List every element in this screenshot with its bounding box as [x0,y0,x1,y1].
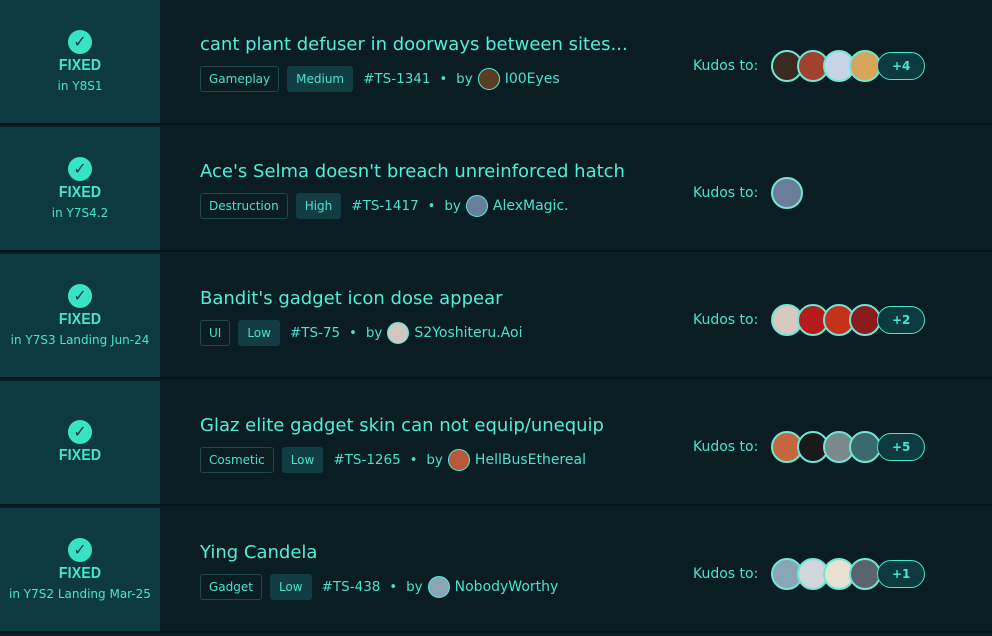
status-label: FIXED [58,565,102,582]
by-label: by [426,452,443,468]
ticket-id: #TS-1341 [363,71,431,87]
ticket-title-link[interactable]: Glaz elite gadget skin can not equip/une… [200,415,604,436]
kudos-label: Kudos to: [693,439,759,455]
kudos-more-button[interactable]: +1 [877,560,926,588]
category-tag[interactable]: Destruction [200,193,288,219]
author-name-link[interactable]: S2Yoshiteru.Aoi [414,325,522,341]
priority-tag[interactable]: High [295,193,342,219]
kudos-avatars: +5 [771,431,926,463]
status-version: in Y7S3 Landing Jun-24 [10,333,150,347]
ticket-list: ✓ FIXED in Y8S1 cant plant defuser in do… [0,0,992,636]
author-avatar[interactable] [477,68,500,90]
separator-dot: • [389,579,398,595]
kudos-more-button[interactable]: +4 [877,52,926,80]
ticket-title-link[interactable]: Ace's Selma doesn't breach unreinforced … [200,161,625,182]
ticket-row[interactable]: ✓ FIXED Glaz elite gadget skin can not e… [0,381,992,506]
ticket-row[interactable]: ✓ FIXED in Y8S1 cant plant defuser in do… [0,0,992,125]
status-version: in Y8S1 [57,79,103,93]
ticket-row[interactable]: ✓ FIXED in Y7S3 Landing Jun-24 Bandit's … [0,254,992,379]
status-panel: ✓ FIXED in Y7S4.2 [0,127,160,250]
separator-dot: • [427,198,436,214]
priority-tag[interactable]: Low [269,574,312,600]
kudos-avatars [771,177,803,209]
author-avatar[interactable] [387,322,410,344]
status-label: FIXED [58,447,102,464]
priority-tag[interactable]: Low [238,320,280,346]
status-label: FIXED [58,57,102,74]
by-label: by [406,579,423,595]
kudos-more-button[interactable]: +5 [877,433,926,461]
author-name-link[interactable]: NobodyWorthy [455,579,559,595]
ticket-title-link[interactable]: cant plant defuser in doorways between s… [200,34,628,55]
check-circle-icon: ✓ [68,30,92,54]
category-tag[interactable]: Gadget [200,574,262,600]
status-label: FIXED [58,311,102,328]
by-label: by [444,198,461,214]
ticket-row[interactable]: ✓ FIXED in Y7S4.2 Ace's Selma doesn't br… [0,127,992,252]
kudos-user-avatar[interactable] [771,177,803,209]
kudos-label: Kudos to: [693,566,759,582]
author-avatar[interactable] [427,576,450,598]
category-tag[interactable]: UI [200,320,231,346]
kudos-label: Kudos to: [693,312,759,328]
author-avatar[interactable] [465,195,488,217]
by-label: by [365,325,383,341]
separator-dot: • [349,325,357,341]
category-tag[interactable]: Gameplay [200,66,280,92]
status-version: in Y7S4.2 [51,206,109,220]
status-panel: ✓ FIXED in Y8S1 [0,0,160,123]
ticket-title-link[interactable]: Bandit's gadget icon dose appear [200,288,503,309]
status-panel: ✓ FIXED in Y7S2 Landing Mar-25 [0,508,160,631]
category-tag[interactable]: Cosmetic [200,447,274,473]
ticket-id: #TS-1265 [333,452,401,468]
status-panel: ✓ FIXED in Y7S3 Landing Jun-24 [0,254,160,377]
ticket-meta: Cosmetic Low #TS-1265 • by HellBusEthere… [200,447,586,473]
ticket-meta: Destruction High #TS-1417 • by AlexMagic… [200,193,569,219]
check-circle-icon: ✓ [68,420,92,444]
ticket-title-link[interactable]: Ying Candela [200,542,317,563]
ticket-meta: Gameplay Medium #TS-1341 • by I00Eyes [200,66,560,92]
author-name-link[interactable]: I00Eyes [505,71,560,87]
kudos-avatars: +1 [771,558,926,590]
ticket-id: #TS-75 [289,325,341,341]
author-name-link[interactable]: HellBusEthereal [475,452,586,468]
check-circle-icon: ✓ [68,157,92,181]
ticket-meta: UI Low #TS-75 • by S2Yoshiteru.Aoi [200,320,522,346]
ticket-meta: Gadget Low #TS-438 • by NobodyWorthy [200,574,558,600]
ticket-row[interactable]: ✓ FIXED in Y7S2 Landing Mar-25 Ying Cand… [0,508,992,633]
status-label: FIXED [58,184,102,201]
priority-tag[interactable]: Low [281,447,324,473]
ticket-id: #TS-438 [321,579,381,595]
status-panel: ✓ FIXED [0,381,160,504]
separator-dot: • [439,71,448,87]
check-circle-icon: ✓ [68,284,92,308]
kudos-more-button[interactable]: +2 [877,306,926,334]
author-avatar[interactable] [447,449,470,471]
ticket-id: #TS-1417 [351,198,419,214]
check-circle-icon: ✓ [68,538,92,562]
separator-dot: • [409,452,418,468]
kudos-label: Kudos to: [693,185,759,201]
priority-tag[interactable]: Medium [287,66,354,92]
author-name-link[interactable]: AlexMagic. [493,198,569,214]
kudos-avatars: +2 [771,304,926,336]
kudos-avatars: +4 [771,50,926,82]
kudos-label: Kudos to: [693,58,759,74]
status-version: in Y7S2 Landing Mar-25 [9,587,151,601]
by-label: by [456,71,473,87]
